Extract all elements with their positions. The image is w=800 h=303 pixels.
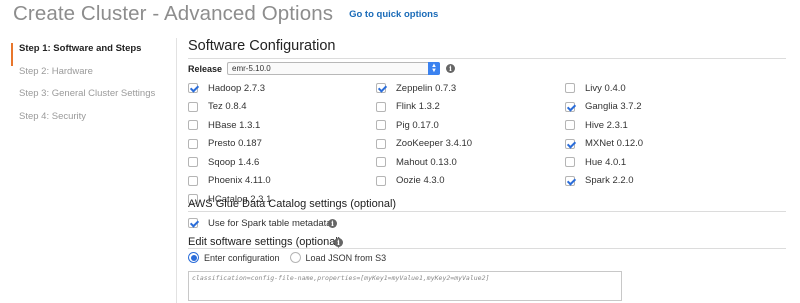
app-tez[interactable]: Tez 0.8.4	[188, 101, 247, 113]
release-info-icon[interactable]: i	[446, 64, 455, 73]
software-configuration-title: Software Configuration	[188, 38, 336, 54]
release-select-value: emr-5.10.0	[232, 64, 271, 73]
app-checkbox[interactable]	[565, 175, 575, 186]
wizard-steps: Step 1: Software and Steps Step 2: Hardw…	[11, 43, 171, 133]
app-hue[interactable]: Hue 4.0.1	[565, 156, 626, 168]
app-checkbox[interactable]	[376, 157, 386, 167]
app-sqoop[interactable]: Sqoop 1.4.6	[188, 156, 259, 168]
app-label: ZooKeeper 3.4.10	[396, 138, 473, 149]
app-label: Ganglia 3.7.2	[585, 101, 642, 112]
app-checkbox[interactable]	[188, 83, 198, 93]
app-spark[interactable]: Spark 2.2.0	[565, 175, 634, 187]
app-checkbox[interactable]	[565, 101, 575, 112]
radio-load-json-s3-label: Load JSON from S3	[305, 252, 387, 263]
app-checkbox[interactable]	[565, 157, 575, 167]
section-divider	[188, 211, 786, 212]
app-label: Phoenix 4.11.0	[208, 175, 271, 186]
app-hadoop[interactable]: Hadoop 2.7.3	[188, 82, 265, 94]
app-label: Sqoop 1.4.6	[208, 156, 260, 168]
edit-settings-info-icon[interactable]: i	[334, 238, 343, 247]
app-livy[interactable]: Livy 0.4.0	[565, 82, 626, 94]
step-general-cluster-settings[interactable]: Step 3: General Cluster Settings	[11, 88, 171, 111]
app-ganglia[interactable]: Ganglia 3.7.2	[565, 101, 642, 113]
app-presto[interactable]: Presto 0.187	[188, 138, 262, 150]
app-label: Tez 0.8.4	[208, 101, 247, 112]
app-mahout[interactable]: Mahout 0.13.0	[376, 156, 457, 168]
radio-enter-configuration[interactable]	[188, 252, 199, 263]
app-mxnet[interactable]: MXNet 0.12.0	[565, 138, 643, 150]
section-divider	[188, 248, 786, 249]
app-checkbox[interactable]	[188, 175, 198, 186]
app-checkbox[interactable]	[188, 138, 198, 149]
app-checkbox[interactable]	[565, 138, 575, 149]
app-label: Pig 0.17.0	[396, 119, 439, 131]
step-security[interactable]: Step 4: Security	[11, 111, 171, 134]
configuration-textarea[interactable]: classification=config-file-name,properti…	[188, 271, 622, 301]
app-checkbox[interactable]	[565, 120, 575, 130]
step-software-and-steps[interactable]: Step 1: Software and Steps	[11, 43, 171, 66]
app-label: Hue 4.0.1	[585, 156, 627, 168]
app-label: HBase 1.3.1	[208, 119, 261, 131]
step-hardware[interactable]: Step 2: Hardware	[11, 66, 171, 89]
app-checkbox[interactable]	[376, 138, 386, 149]
glue-info-icon[interactable]: i	[328, 218, 337, 228]
app-label: Zeppelin 0.7.3	[396, 82, 457, 94]
page-header: Create Cluster - Advanced Options Go to …	[13, 2, 438, 32]
release-select[interactable]: emr-5.10.0 ▲ ▼	[227, 62, 440, 75]
app-checkbox[interactable]	[188, 157, 198, 167]
app-label: Presto 0.187	[208, 138, 262, 149]
page-title: Create Cluster - Advanced Options	[13, 2, 334, 25]
glue-settings-title: AWS Glue Data Catalog settings (optional…	[188, 198, 397, 210]
app-checkbox[interactable]	[188, 120, 198, 130]
glue-spark-checkbox[interactable]	[188, 218, 198, 228]
app-checkbox[interactable]	[565, 83, 575, 93]
app-label: Hive 2.3.1	[585, 119, 628, 131]
quick-options-link[interactable]: Go to quick options	[349, 9, 438, 20]
release-label: Release	[188, 64, 223, 74]
glue-spark-option[interactable]: Use for Spark table metadata	[188, 217, 332, 229]
app-hive[interactable]: Hive 2.3.1	[565, 119, 628, 131]
radio-enter-configuration-label: Enter configuration	[204, 252, 280, 263]
app-zookeeper[interactable]: ZooKeeper 3.4.10	[376, 138, 472, 150]
radio-load-json-s3[interactable]	[289, 252, 301, 263]
app-oozie[interactable]: Oozie 4.3.0	[376, 175, 445, 187]
divider	[176, 38, 177, 303]
app-label: MXNet 0.12.0	[585, 138, 644, 149]
app-checkbox[interactable]	[376, 83, 386, 93]
app-label: Livy 0.4.0	[585, 82, 626, 94]
app-checkbox[interactable]	[376, 175, 386, 186]
app-label: Flink 1.3.2	[396, 101, 440, 112]
app-checkbox[interactable]	[376, 120, 386, 130]
app-pig[interactable]: Pig 0.17.0	[376, 119, 439, 131]
config-source-radio-group: Enter configuration Load JSON from S3	[188, 252, 396, 263]
app-checkbox[interactable]	[376, 101, 386, 112]
edit-settings-title: Edit software settings (optional)	[188, 236, 342, 248]
app-phoenix[interactable]: Phoenix 4.11.0	[188, 175, 271, 187]
app-label: Hadoop 2.7.3	[208, 82, 266, 94]
app-label: Oozie 4.3.0	[396, 175, 445, 186]
app-hbase[interactable]: HBase 1.3.1	[188, 119, 260, 131]
app-label: Mahout 0.13.0	[396, 156, 457, 168]
app-flink[interactable]: Flink 1.3.2	[376, 101, 440, 113]
app-label: Spark 2.2.0	[585, 175, 634, 186]
section-divider	[188, 58, 786, 59]
app-checkbox[interactable]	[188, 101, 198, 112]
select-arrows-icon: ▲ ▼	[428, 62, 440, 75]
glue-spark-label: Use for Spark table metadata	[208, 217, 332, 229]
app-zeppelin[interactable]: Zeppelin 0.7.3	[376, 82, 456, 94]
